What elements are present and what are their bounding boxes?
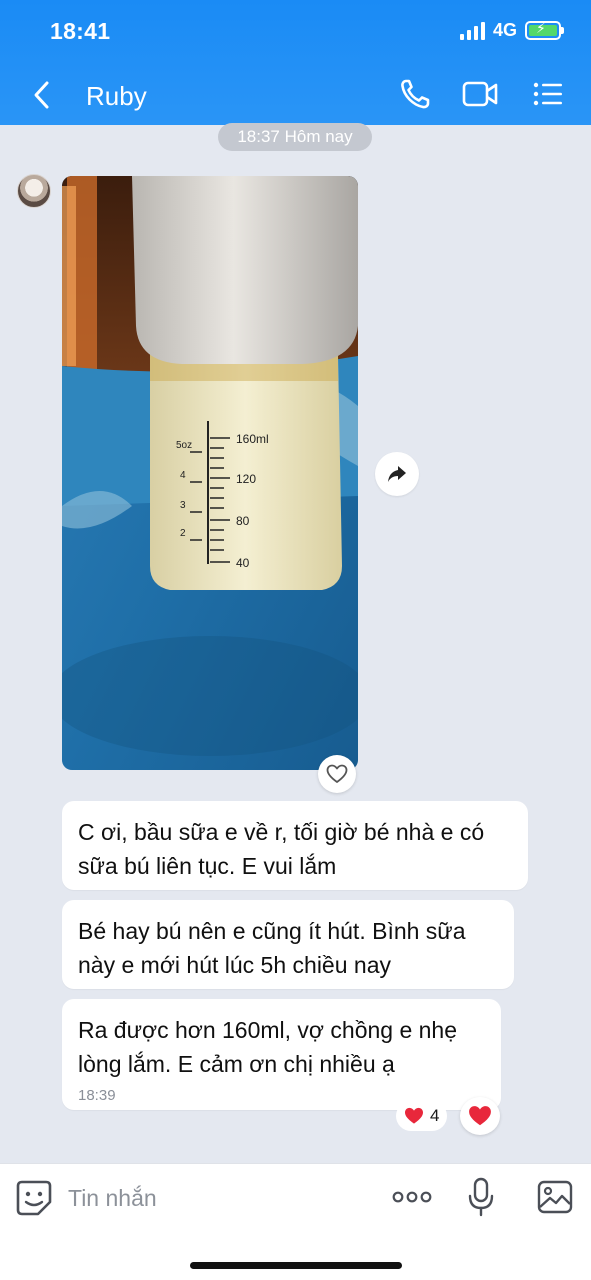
scale-oz-2: 2	[180, 528, 186, 539]
scale-ml-120: 120	[236, 472, 256, 486]
message-bubble[interactable]: Ra được hơn 160ml, vợ chồng e nhẹ lòng l…	[62, 999, 501, 1110]
message-bubble[interactable]: C ơi, bầu sữa e về r, tối giờ bé nhà e c…	[62, 801, 528, 890]
chevron-left-icon	[34, 81, 49, 109]
call-button[interactable]	[397, 76, 437, 112]
photo-message[interactable]: 160ml 120 80 40 5oz 4 3 2	[62, 176, 358, 770]
image-button[interactable]	[536, 1178, 574, 1216]
heart-outline-icon	[326, 764, 348, 783]
status-indicators: 4G ⚡	[459, 20, 564, 41]
signal-icon	[459, 21, 485, 40]
scale-ml-80: 80	[236, 514, 250, 528]
more-dots-icon	[392, 1191, 432, 1203]
scale-ml-160: 160ml	[236, 432, 269, 446]
emoji-sticker-icon	[16, 1180, 52, 1216]
phone-icon	[401, 79, 430, 109]
home-indicator	[190, 1262, 402, 1269]
time-separator: 18:37 Hôm nay	[218, 123, 372, 151]
video-call-button[interactable]	[460, 76, 500, 112]
chat-header: 18:41 4G ⚡ Ruby	[0, 0, 591, 125]
emoji-button[interactable]	[14, 1178, 54, 1218]
back-button[interactable]	[28, 78, 58, 112]
status-time: 18:41	[50, 18, 111, 44]
message-text: C ơi, bầu sữa e về r, tối giờ bé nhà e c…	[78, 819, 485, 879]
contact-name[interactable]: Ruby	[86, 81, 147, 112]
scale-oz-3: 3	[180, 500, 186, 511]
network-type: 4G	[492, 20, 517, 40]
image-gallery-icon	[537, 1180, 573, 1214]
message-text: Bé hay bú nên e cũng ít hút. Bình sữa nà…	[78, 918, 466, 978]
nav-row: Ruby	[0, 70, 591, 120]
forward-button[interactable]	[375, 452, 419, 496]
heart-icon	[469, 1106, 491, 1126]
scale-ml-40: 40	[236, 556, 250, 570]
voice-button[interactable]	[466, 1176, 496, 1218]
scale-oz-4: 4	[180, 470, 186, 481]
menu-button[interactable]	[529, 76, 569, 112]
message-input-bar	[0, 1163, 591, 1280]
microphone-icon	[468, 1177, 494, 1217]
message-bubble[interactable]: Bé hay bú nên e cũng ít hút. Bình sữa nà…	[62, 900, 514, 989]
avatar[interactable]	[17, 174, 51, 208]
video-camera-icon	[462, 81, 498, 107]
message-input[interactable]	[68, 1180, 358, 1216]
list-menu-icon	[533, 82, 562, 106]
battery-icon: ⚡	[525, 20, 564, 40]
photo-react-button[interactable]	[318, 755, 356, 793]
more-button[interactable]	[390, 1182, 434, 1212]
share-arrow-icon	[388, 466, 406, 482]
heart-icon	[405, 1107, 423, 1124]
reaction-count: 4	[430, 1106, 440, 1125]
react-button[interactable]	[460, 1097, 500, 1135]
scale-oz-5: 5oz	[176, 440, 192, 451]
reaction-summary[interactable]: 4	[396, 1101, 448, 1131]
message-text: Ra được hơn 160ml, vợ chồng e nhẹ lòng l…	[78, 1017, 458, 1077]
milk-bottle-photo: 160ml 120 80 40 5oz 4 3 2	[62, 176, 358, 770]
